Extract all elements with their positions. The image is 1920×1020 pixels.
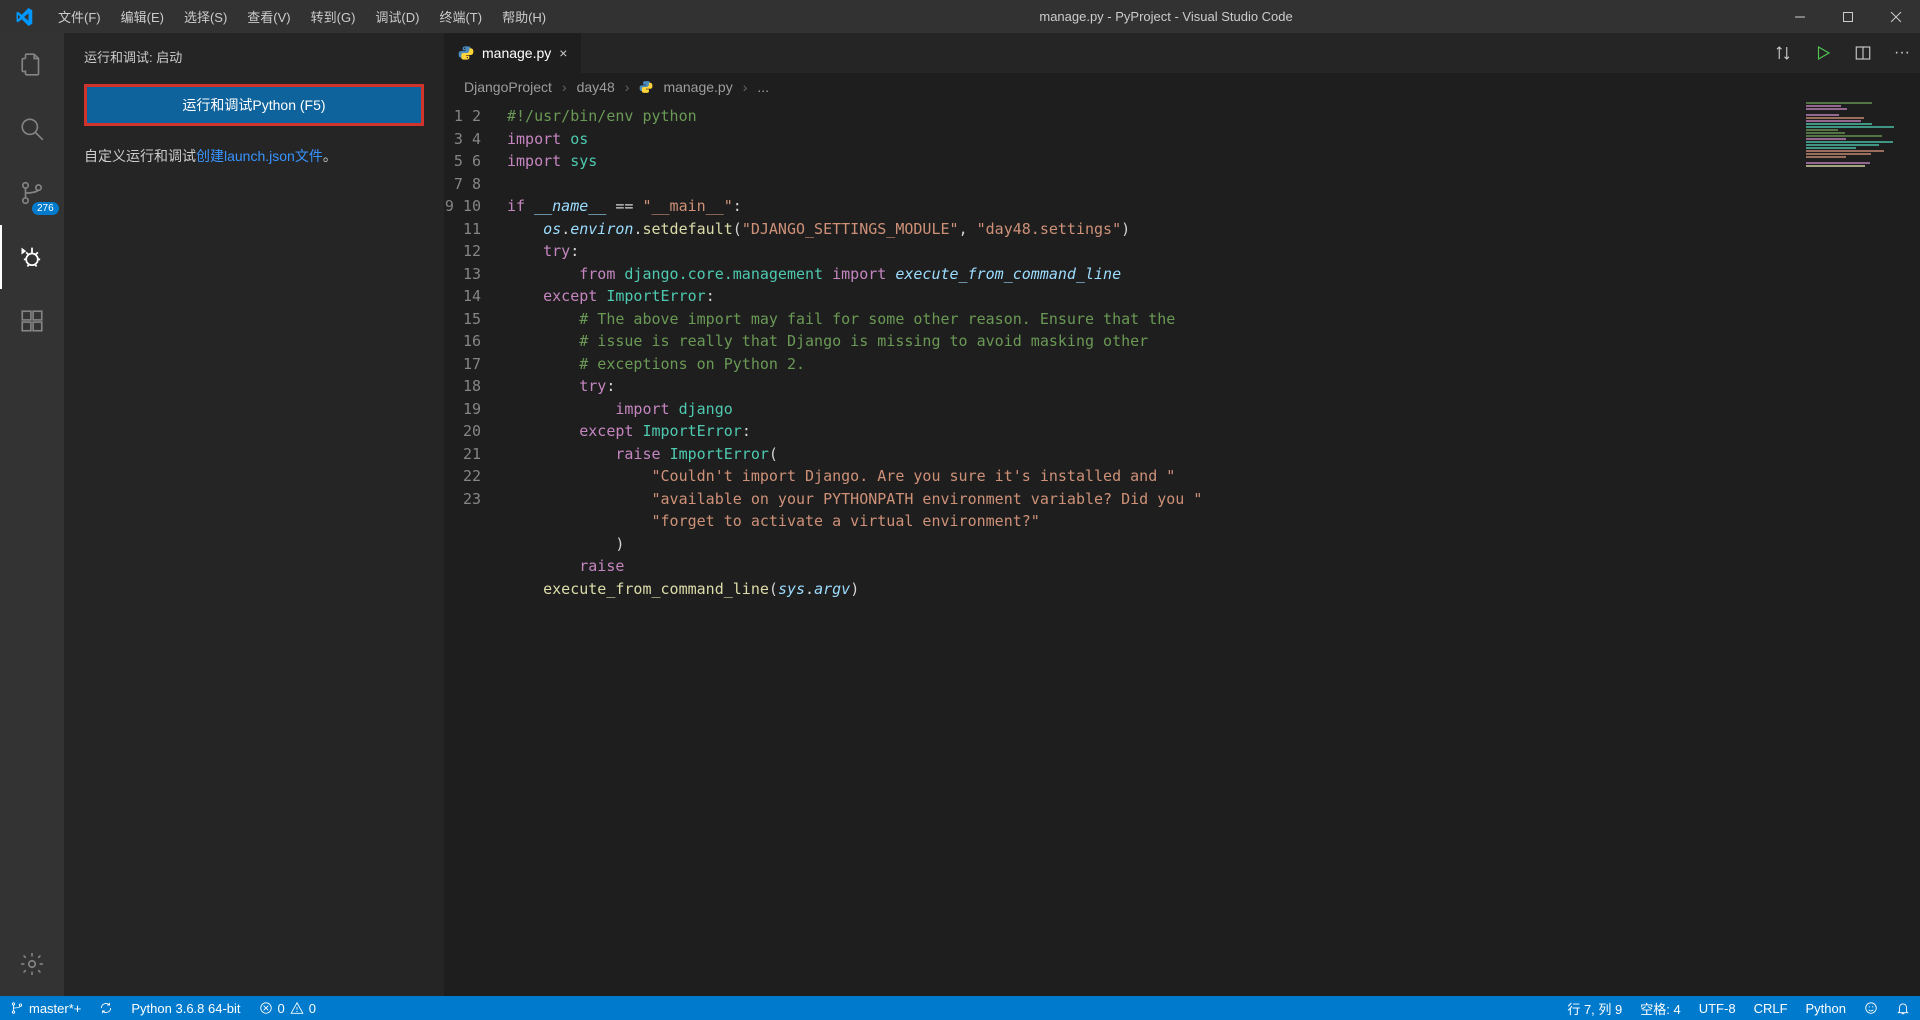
menu-goto[interactable]: 转到(G) [301, 7, 366, 26]
source-control-icon[interactable]: 276 [0, 161, 64, 225]
activity-bar: 276 [0, 33, 64, 996]
hint-prefix: 自定义运行和调试 [84, 148, 196, 164]
menu-view[interactable]: 查看(V) [237, 7, 300, 26]
tab-bar: manage.py × ··· [444, 33, 1920, 73]
menu-help[interactable]: 帮助(H) [492, 7, 556, 26]
branch-name: master*+ [29, 1001, 81, 1016]
run-file-icon[interactable] [1814, 44, 1832, 62]
breadcrumb-item[interactable]: ... [757, 79, 769, 95]
status-feedback-icon[interactable] [1864, 1001, 1878, 1015]
status-problems[interactable]: 0 0 [259, 1001, 316, 1016]
status-eol[interactable]: CRLF [1754, 1001, 1788, 1016]
extensions-icon[interactable] [0, 289, 64, 353]
more-actions-icon[interactable]: ··· [1894, 44, 1910, 62]
menu-file[interactable]: 文件(F) [48, 7, 111, 26]
menu-bar: 文件(F) 编辑(E) 选择(S) 查看(V) 转到(G) 调试(D) 终端(T… [48, 7, 556, 26]
chevron-right-icon: › [625, 79, 630, 95]
split-editor-icon[interactable] [1854, 44, 1872, 62]
explorer-icon[interactable] [0, 33, 64, 97]
status-bar: master*+ Python 3.6.8 64-bit 0 0 行 7, 列 … [0, 996, 1920, 1020]
breadcrumbs[interactable]: DjangoProject › day48 › manage.py › ... [444, 73, 1920, 101]
scm-badge: 276 [32, 202, 59, 215]
editor-area: manage.py × ··· DjangoProject › day4 [444, 33, 1920, 996]
breadcrumb-item[interactable]: day48 [577, 79, 615, 95]
status-notifications-icon[interactable] [1896, 1001, 1910, 1015]
menu-terminal[interactable]: 终端(T) [429, 7, 492, 26]
sidebar-header: 运行和调试: 启动 [84, 47, 424, 66]
status-language[interactable]: Python [1806, 1001, 1846, 1016]
tab-filename: manage.py [482, 45, 551, 61]
run-debug-sidebar: 运行和调试: 启动 运行和调试Python (F5) 自定义运行和调试创建lau… [64, 33, 444, 996]
tab-close-icon[interactable]: × [559, 45, 567, 61]
vscode-logo-icon [0, 8, 48, 26]
status-indentation[interactable]: 空格: 4 [1640, 999, 1680, 1018]
hint-suffix: 。 [323, 148, 337, 164]
run-and-debug-button[interactable]: 运行和调试Python (F5) [84, 84, 424, 126]
breadcrumb-item[interactable]: manage.py [663, 79, 732, 95]
close-button[interactable] [1872, 0, 1920, 33]
editor-actions: ··· [1774, 44, 1910, 62]
create-launch-json-link[interactable]: 创建launch.json文件 [196, 148, 323, 164]
error-count: 0 [278, 1001, 285, 1016]
editor-tab[interactable]: manage.py × [444, 33, 581, 73]
window-controls [1776, 0, 1920, 33]
line-numbers: 1 2 3 4 5 6 7 8 9 10 11 12 13 14 15 16 1… [444, 101, 499, 996]
settings-icon[interactable] [0, 932, 64, 996]
chevron-right-icon: › [743, 79, 748, 95]
search-icon[interactable] [0, 97, 64, 161]
status-cursor-position[interactable]: 行 7, 列 9 [1567, 999, 1622, 1018]
chevron-right-icon: › [562, 79, 567, 95]
python-file-icon [458, 45, 474, 61]
minimize-button[interactable] [1776, 0, 1824, 33]
breadcrumb-file-icon [639, 80, 653, 94]
minimap[interactable] [1800, 101, 1920, 996]
menu-select[interactable]: 选择(S) [174, 7, 237, 26]
code-content[interactable]: #!/usr/bin/env python import os import s… [499, 101, 1920, 996]
window-title: manage.py - PyProject - Visual Studio Co… [556, 9, 1776, 24]
menu-edit[interactable]: 编辑(E) [111, 7, 174, 26]
warning-count: 0 [309, 1001, 316, 1016]
status-sync-icon[interactable] [99, 1001, 113, 1015]
title-bar: 文件(F) 编辑(E) 选择(S) 查看(V) 转到(G) 调试(D) 终端(T… [0, 0, 1920, 33]
status-encoding[interactable]: UTF-8 [1699, 1001, 1736, 1016]
status-python-env[interactable]: Python 3.6.8 64-bit [131, 1001, 240, 1016]
sidebar-hint: 自定义运行和调试创建launch.json文件。 [84, 146, 424, 167]
compare-changes-icon[interactable] [1774, 44, 1792, 62]
breadcrumb-item[interactable]: DjangoProject [464, 79, 552, 95]
run-debug-icon[interactable] [0, 225, 64, 289]
menu-debug[interactable]: 调试(D) [365, 7, 429, 26]
code-editor[interactable]: 1 2 3 4 5 6 7 8 9 10 11 12 13 14 15 16 1… [444, 101, 1920, 996]
status-branch[interactable]: master*+ [10, 1001, 81, 1016]
maximize-button[interactable] [1824, 0, 1872, 33]
